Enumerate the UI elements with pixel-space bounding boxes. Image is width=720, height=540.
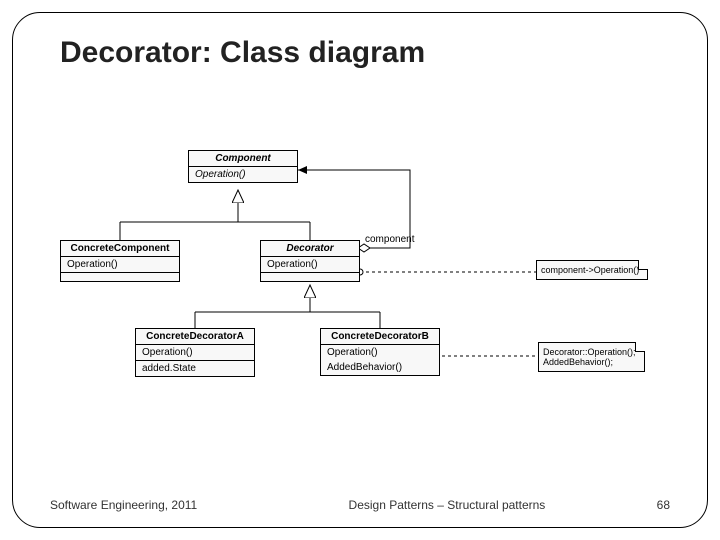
footer-left: Software Engineering, 2011 [50, 498, 197, 512]
note-dogear-icon [638, 260, 648, 270]
class-name: Decorator [261, 241, 359, 257]
note-concrete-b-op: Decorator::Operation(); AddedBehavior(); [538, 342, 645, 372]
class-name: Component [189, 151, 297, 167]
class-concrete-decorator-b: ConcreteDecoratorB Operation() AddedBeha… [320, 328, 440, 376]
note-text: Decorator::Operation(); [543, 347, 636, 357]
class-name: ConcreteComponent [61, 241, 179, 257]
class-op: Operation() [189, 167, 297, 182]
class-attr: added.State [136, 361, 254, 376]
footer-center: Design Patterns – Structural patterns [197, 498, 656, 512]
class-op: Operation() [136, 345, 254, 361]
connectors [60, 150, 660, 430]
class-name: ConcreteDecoratorA [136, 329, 254, 345]
class-op: Operation() [321, 345, 439, 360]
class-name: ConcreteDecoratorB [321, 329, 439, 345]
slide-footer: Software Engineering, 2011 Design Patter… [0, 498, 720, 512]
aggregation-label: component [365, 234, 414, 245]
class-concrete-decorator-a: ConcreteDecoratorA Operation() added.Sta… [135, 328, 255, 377]
note-text: component->Operation() [541, 265, 639, 275]
slide-title: Decorator: Class diagram [60, 36, 425, 70]
class-op: AddedBehavior() [321, 360, 439, 375]
class-component: Component Operation() [188, 150, 298, 183]
class-attrs [261, 273, 359, 281]
note-text: AddedBehavior(); [543, 357, 636, 367]
uml-diagram: Component Operation() ConcreteComponent … [60, 150, 660, 430]
class-decorator: Decorator Operation() [260, 240, 360, 282]
page-number: 68 [657, 498, 670, 512]
class-concrete-component: ConcreteComponent Operation() [60, 240, 180, 282]
note-decorator-op: component->Operation() [536, 260, 648, 280]
note-dogear-icon [635, 342, 645, 352]
class-op: Operation() [261, 257, 359, 273]
class-op: Operation() [61, 257, 179, 273]
class-attrs [61, 273, 179, 281]
